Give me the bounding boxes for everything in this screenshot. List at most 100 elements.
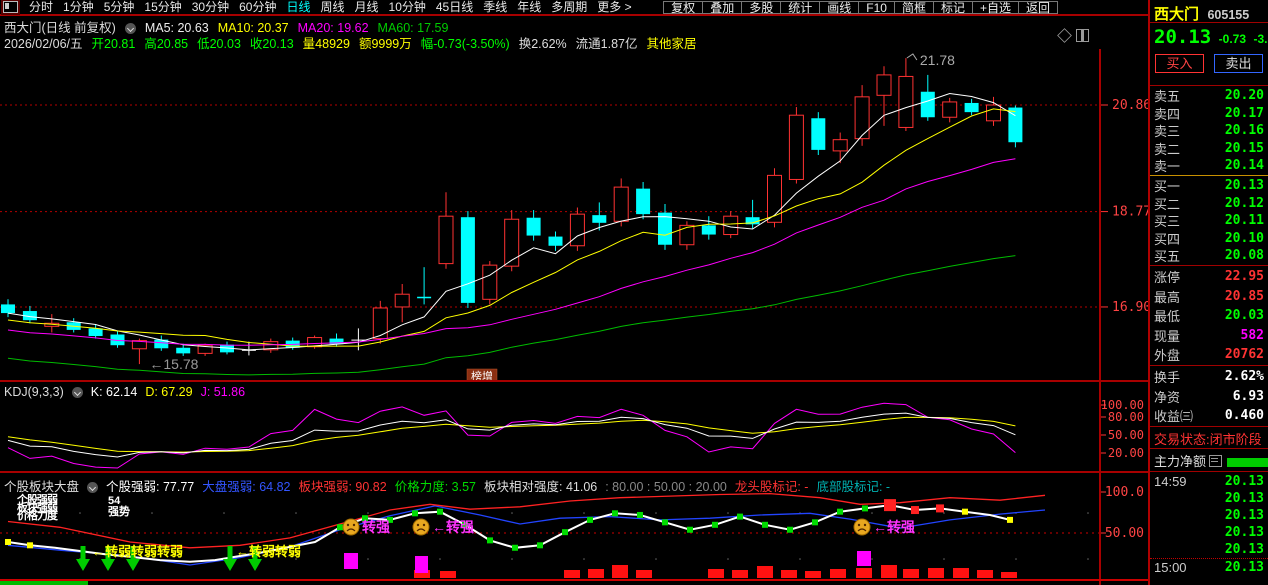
list-icon[interactable] bbox=[1209, 455, 1222, 467]
stat2-rows-row-0[interactable]: 换手2.62% bbox=[1150, 367, 1268, 387]
tick-list: 14:5920.1320.1320.1320.1320.1315:0020.13 bbox=[1150, 473, 1268, 576]
ask-rows-row-1[interactable]: 卖四20.17 bbox=[1150, 105, 1268, 123]
toolbar-button-0[interactable]: 复权 bbox=[663, 1, 702, 14]
bottom-scrollbar[interactable] bbox=[0, 581, 88, 585]
stat-rows-row-1[interactable]: 最高20.85 bbox=[1150, 287, 1268, 307]
toolbar-buttons: 复权叠加多股统计画线F10简框标记+自选返回 bbox=[663, 1, 1058, 14]
weak-signal-label-0: ←转弱转弱转弱 bbox=[92, 544, 183, 559]
svg-text:18.77: 18.77 bbox=[1112, 205, 1148, 220]
ask-levels: 卖五20.20卖四20.17卖三20.16卖二20.15卖一20.14 bbox=[1150, 87, 1268, 175]
stat2-rows: 换手2.62%净资6.93收益㈢0.460 bbox=[1150, 367, 1268, 426]
str-header-item-2: 大盘强弱: 64.82 bbox=[202, 480, 290, 494]
bid-rows-row-1[interactable]: 买二20.12 bbox=[1150, 195, 1268, 213]
toolbar-button-1[interactable]: 叠加 bbox=[702, 1, 741, 14]
timeframe-6[interactable]: 日线 bbox=[286, 1, 310, 14]
svg-text:50.00: 50.00 bbox=[1108, 428, 1144, 442]
bid-rows-row-0[interactable]: 买一20.13 bbox=[1150, 177, 1268, 195]
stat-rows-row-0[interactable]: 涨停22.95 bbox=[1150, 267, 1268, 287]
toolbar-button-6[interactable]: 简框 bbox=[894, 1, 933, 14]
timeframe-13[interactable]: 多周期 bbox=[551, 1, 587, 14]
svg-text:20.86: 20.86 bbox=[1112, 98, 1148, 113]
tick-row-3: 20.13 bbox=[1150, 524, 1268, 541]
svg-text:20.00: 20.00 bbox=[1108, 446, 1144, 460]
timeframe-5[interactable]: 60分钟 bbox=[239, 1, 276, 14]
ask-rows-row-4[interactable]: 卖一20.14 bbox=[1150, 157, 1268, 175]
stat-rows-row-3[interactable]: 现量582 bbox=[1150, 326, 1268, 346]
timeframe-12[interactable]: 年线 bbox=[517, 1, 541, 14]
timeframe-0[interactable]: 分时 bbox=[29, 1, 53, 14]
svg-text:21.78: 21.78 bbox=[920, 52, 955, 68]
collapse-chevron-icon[interactable] bbox=[72, 387, 83, 398]
timeframe-8[interactable]: 月线 bbox=[355, 1, 379, 14]
buy-button[interactable]: 买入 bbox=[1155, 54, 1204, 73]
window-grid-icon[interactable] bbox=[3, 1, 18, 13]
str-header-item-4: 价格力度: 3.57 bbox=[395, 480, 476, 494]
toolbar-button-3[interactable]: 统计 bbox=[780, 1, 819, 14]
stat2-rows-row-2[interactable]: 收益㈢0.460 bbox=[1150, 406, 1268, 426]
svg-text:50.00: 50.00 bbox=[1105, 526, 1144, 541]
timeframe-7[interactable]: 周线 bbox=[320, 1, 344, 14]
svg-text:100.0: 100.0 bbox=[1105, 485, 1144, 500]
toolbar-button-8[interactable]: +自选 bbox=[972, 1, 1018, 14]
str-header-item-1: 个股强弱: 77.77 bbox=[106, 480, 194, 494]
price-change-pct: -3.5 bbox=[1253, 32, 1268, 46]
kdj-header-item-0: KDJ(9,3,3) bbox=[4, 385, 64, 399]
bid-rows-row-2[interactable]: 买三20.11 bbox=[1150, 212, 1268, 230]
toolbar-button-2[interactable]: 多股 bbox=[741, 1, 780, 14]
stock-code: 605155 bbox=[1207, 8, 1249, 22]
str-header-item-6: : 80.00 : 50.00 : 20.00 bbox=[605, 480, 727, 494]
stat2-rows-row-1[interactable]: 净资6.93 bbox=[1150, 387, 1268, 407]
turn-strong-marker-1: ←转强 bbox=[413, 519, 474, 535]
str-header-item-7: 龙头股标记: - bbox=[735, 480, 809, 494]
ask-rows-row-3[interactable]: 卖二20.15 bbox=[1150, 140, 1268, 158]
toolbar-button-9[interactable]: 返回 bbox=[1018, 1, 1058, 14]
svg-text:←转强: ←转强 bbox=[873, 519, 915, 535]
strength-overlay-value-text: 54强势 bbox=[108, 496, 130, 518]
collapse-chevron-icon[interactable] bbox=[87, 482, 98, 493]
bid-levels: 买一20.13买二20.12买三20.11买四20.10买五20.08 bbox=[1150, 177, 1268, 265]
stat-rows-row-4[interactable]: 外盘20762 bbox=[1150, 345, 1268, 365]
strength-overlay-garbled-text: 个股强弱板块强弱价格力度 bbox=[17, 496, 57, 520]
bid-rows-row-3[interactable]: 买四20.10 bbox=[1150, 230, 1268, 248]
kdj-header-item-1: K: 62.14 bbox=[91, 385, 138, 399]
timeframe-3[interactable]: 15分钟 bbox=[144, 1, 181, 14]
tick-row-0: 14:5920.13 bbox=[1150, 473, 1268, 490]
svg-text:16.90: 16.90 bbox=[1112, 300, 1148, 315]
stock-name[interactable]: 西大门 bbox=[1154, 6, 1199, 23]
bid-rows-row-4[interactable]: 买五20.08 bbox=[1150, 247, 1268, 265]
toolbar-button-7[interactable]: 标记 bbox=[933, 1, 972, 14]
ask-rows-row-0[interactable]: 卖五20.20 bbox=[1150, 87, 1268, 105]
diamond-marker-icon[interactable] bbox=[1057, 28, 1072, 43]
main-candlestick-chart[interactable]: 20.8618.7716.9021.78←15.78榜增 bbox=[0, 49, 1148, 382]
timeframe-1[interactable]: 1分钟 bbox=[63, 1, 94, 14]
main-force-label[interactable]: 主力净额 bbox=[1154, 454, 1206, 469]
tick-row-1: 20.13 bbox=[1150, 490, 1268, 507]
timeframe-4[interactable]: 30分钟 bbox=[192, 1, 229, 14]
timeframe-9[interactable]: 10分钟 bbox=[389, 1, 426, 14]
tick-row-4: 20.13 bbox=[1150, 541, 1268, 558]
str-header-item-5: 板块相对强度: 41.06 bbox=[484, 480, 597, 494]
stat-rows-row-2[interactable]: 最低20.03 bbox=[1150, 306, 1268, 326]
timeframe-menu: 分时 1分钟 5分钟 15分钟 30分钟 60分钟日线周线月线 10分钟 45日线季线年线多周… bbox=[24, 1, 637, 14]
quote-sidebar: 西大门 605155 20.13 -0.73 -3.5 买入 卖出 卖五20.2… bbox=[1148, 0, 1268, 585]
toolbar-button-4[interactable]: 画线 bbox=[819, 1, 858, 14]
turn-strong-marker-0: 转强 bbox=[343, 519, 390, 535]
ask-rows-row-2[interactable]: 卖三20.16 bbox=[1150, 122, 1268, 140]
timeframe-14[interactable]: 更多 > bbox=[597, 1, 631, 14]
last-price: 20.13 bbox=[1154, 26, 1211, 48]
str-header-item-3: 板块强弱: 90.82 bbox=[298, 480, 386, 494]
timeframe-11[interactable]: 季线 bbox=[483, 1, 507, 14]
weak-signal-label-1: ←转弱转弱 bbox=[236, 544, 301, 559]
kdj-header-item-3: J: 51.86 bbox=[201, 385, 245, 399]
tick-row-5: 15:0020.13 bbox=[1150, 558, 1268, 576]
timeframe-10[interactable]: 45日线 bbox=[436, 1, 473, 14]
str-header-item-0: 个股板块大盘 bbox=[4, 480, 79, 494]
strength-header: 个股板块大盘个股强弱: 77.77大盘强弱: 64.82板块强弱: 90.82价… bbox=[4, 476, 898, 490]
chart-title-row: 西大门(日线 前复权)MA5: 20.63MA10: 20.37MA20: 19… bbox=[4, 17, 457, 32]
svg-text:←15.78: ←15.78 bbox=[149, 356, 198, 372]
split-pane-icon[interactable] bbox=[1076, 29, 1089, 42]
sell-button[interactable]: 卖出 bbox=[1214, 54, 1263, 73]
timeframe-2[interactable]: 5分钟 bbox=[104, 1, 135, 14]
toolbar-button-5[interactable]: F10 bbox=[858, 1, 894, 14]
stat-rows: 涨停22.95最高20.85最低20.03现量582外盘20762 bbox=[1150, 267, 1268, 365]
